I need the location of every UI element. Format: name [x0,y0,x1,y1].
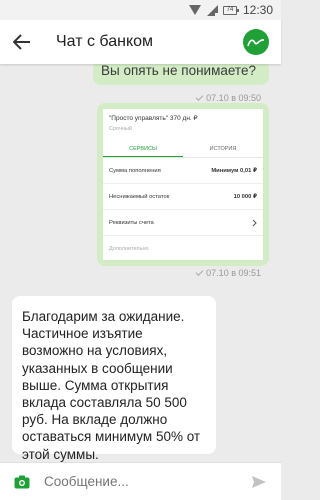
message-composer [0,462,281,500]
tab-history: ИСТОРИЯ [209,146,237,152]
clock: 12:30 [242,3,273,17]
message-meta: 07.10 в 09:51 [195,268,261,278]
incoming-message: Благодарим за ожидание. Частичное изъяти… [12,296,216,462]
check-icon [195,93,204,101]
signal-icon [206,4,218,16]
deposit-title: "Просто управлять" 370 дн. ₽ [109,115,198,122]
message-time: 07.10 в 09:50 [206,93,261,103]
check-icon [195,268,204,276]
wifi-icon [188,5,202,15]
bank-logo[interactable] [243,29,269,55]
deposit-subtitle: Срочный [109,126,132,132]
status-bar: 74 12:30 [0,0,281,20]
tab-services: СЕРВИСЫ [103,142,183,157]
row-value: 10 000 ₽ [233,193,257,200]
app-bar: Чат с банком [0,20,281,64]
deposit-card: "Просто управлять" 370 дн. ₽ Срочный СЕР… [103,109,263,260]
battery-icon: 74 [222,5,239,15]
send-button[interactable] [237,463,281,500]
outgoing-image-message[interactable]: "Просто управлять" 370 дн. ₽ Срочный СЕР… [97,103,269,266]
camera-icon [14,475,30,488]
arrow-left-icon [13,34,30,50]
chevron-right-icon [252,219,257,226]
row-label: Сумма пополнения [109,167,161,174]
message-time: 07.10 в 09:51 [206,268,261,278]
back-button[interactable] [0,20,44,64]
sberbank-logo-icon [247,39,265,47]
row-label: Неснижаемый остаток [109,193,170,200]
message-meta: 07.10 в 09:50 [195,93,261,103]
card-more-label: Дополнительно [109,246,149,252]
card-row: Неснижаемый остаток 10 000 ₽ [103,184,263,210]
message-input[interactable] [44,474,237,489]
card-tabs: СЕРВИСЫ ИСТОРИЯ [103,142,263,158]
card-row: Реквизиты счета [103,210,263,236]
camera-button[interactable] [0,463,44,500]
page-title: Чат с банком [56,33,154,50]
send-icon [252,475,266,488]
row-value: Минимум 0,01 ₽ [211,167,257,174]
card-row: Сумма пополнения Минимум 0,01 ₽ [103,158,263,184]
row-label: Реквизиты счета [109,219,154,226]
